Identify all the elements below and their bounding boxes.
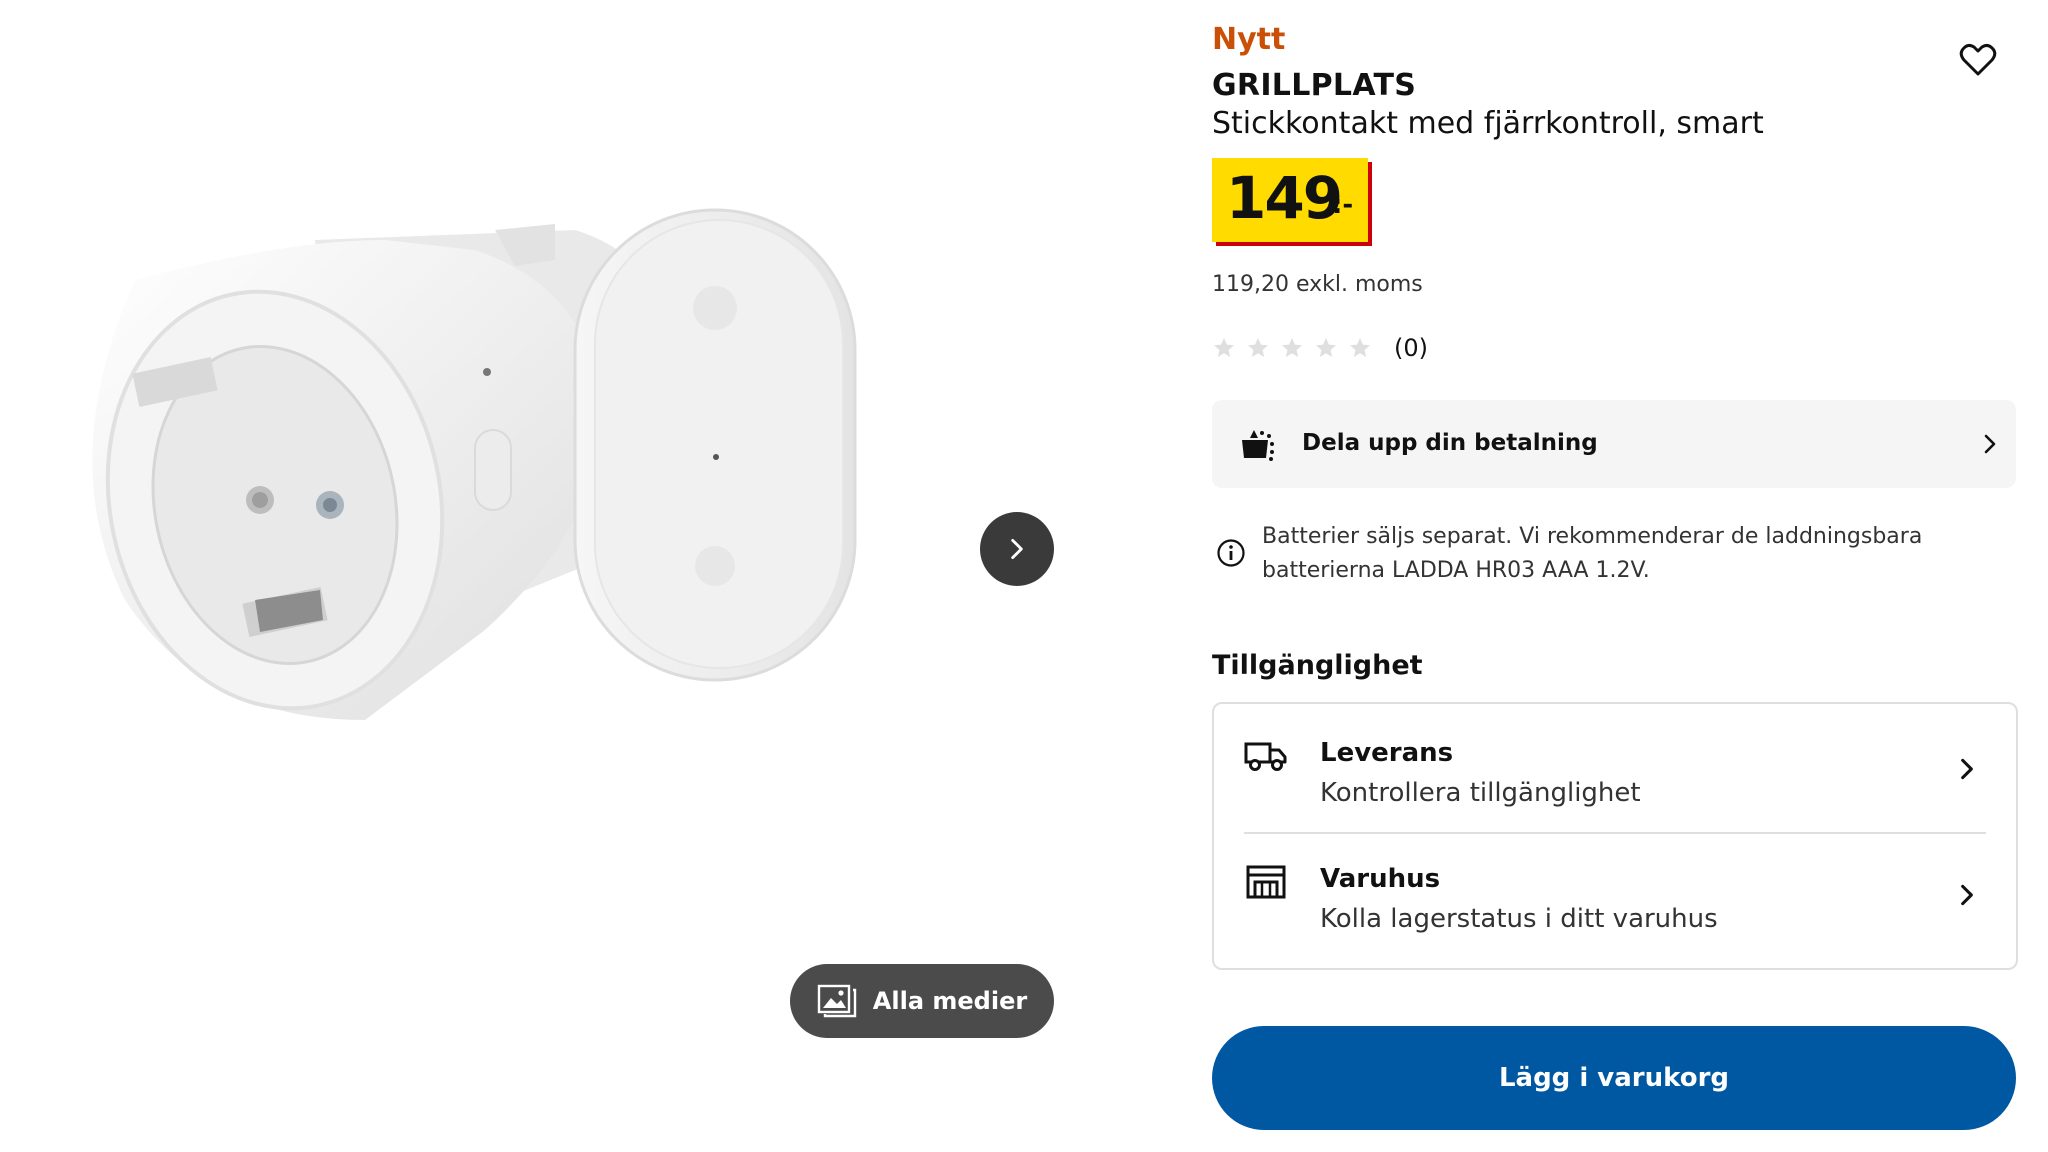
store-row[interactable]: Varuhus Kolla lagerstatus i ditt varuhus <box>1214 834 2016 958</box>
price-value: 149 <box>1226 164 1343 232</box>
battery-notice: Batterier säljs separat. Vi rekommendera… <box>1262 524 1923 583</box>
add-to-cart-button[interactable]: Lägg i varukorg <box>1212 1026 2016 1130</box>
store-title: Varuhus <box>1320 864 1441 894</box>
delivery-row[interactable]: Leverans Kontrollera tillgänglighet <box>1214 708 2016 832</box>
favourite-button[interactable] <box>1958 40 1998 80</box>
new-badge: Nytt <box>1212 22 1286 57</box>
store-icon <box>1246 865 1286 899</box>
star-icon <box>1282 338 1302 357</box>
split-payment-label: Dela upp din betalning <box>1302 430 1598 456</box>
price-excluding-vat: 119,20 exkl. moms <box>1212 272 1423 297</box>
price-tag: 149 :- <box>1212 158 1368 242</box>
star-icon <box>1214 338 1234 357</box>
all-media-label: Alla medier <box>872 987 1028 1015</box>
next-image-button[interactable] <box>980 512 1054 586</box>
price-suffix: :- <box>1332 190 1354 220</box>
all-media-button[interactable]: Alla medier <box>790 964 1054 1038</box>
payment-split-icon <box>1242 430 1274 461</box>
heart-icon <box>1959 43 1997 76</box>
delivery-subtitle: Kontrollera tillgänglighet <box>1320 778 1641 808</box>
split-payment-button[interactable]: Dela upp din betalning <box>1212 400 2016 488</box>
info-icon <box>1217 539 1245 567</box>
rating-count: (0) <box>1394 334 1428 362</box>
product-name: GRILLPLATS <box>1212 68 1417 103</box>
availability-card: Leverans Kontrollera tillgänglighet Varu… <box>1212 702 2018 970</box>
product-gallery: Alla medier <box>0 0 1120 1152</box>
store-subtitle: Kolla lagerstatus i ditt varuhus <box>1320 904 1718 934</box>
delivery-title: Leverans <box>1320 738 1454 768</box>
rating[interactable]: (0) <box>1212 334 1428 362</box>
image-gallery-icon <box>817 984 856 1018</box>
availability-heading: Tillgänglighet <box>1212 650 1423 681</box>
star-icon <box>1248 338 1268 357</box>
truck-icon <box>1244 742 1287 771</box>
product-image[interactable] <box>55 200 1095 920</box>
chevron-right-icon <box>1961 758 1973 780</box>
product-description: Stickkontakt med fjärrkontroll, smart <box>1212 106 1764 141</box>
chevron-right-icon <box>1961 884 1973 906</box>
chevron-right-icon <box>1984 434 1996 454</box>
chevron-right-icon <box>1011 538 1023 560</box>
star-icon <box>1350 338 1370 357</box>
star-icon <box>1316 338 1336 357</box>
